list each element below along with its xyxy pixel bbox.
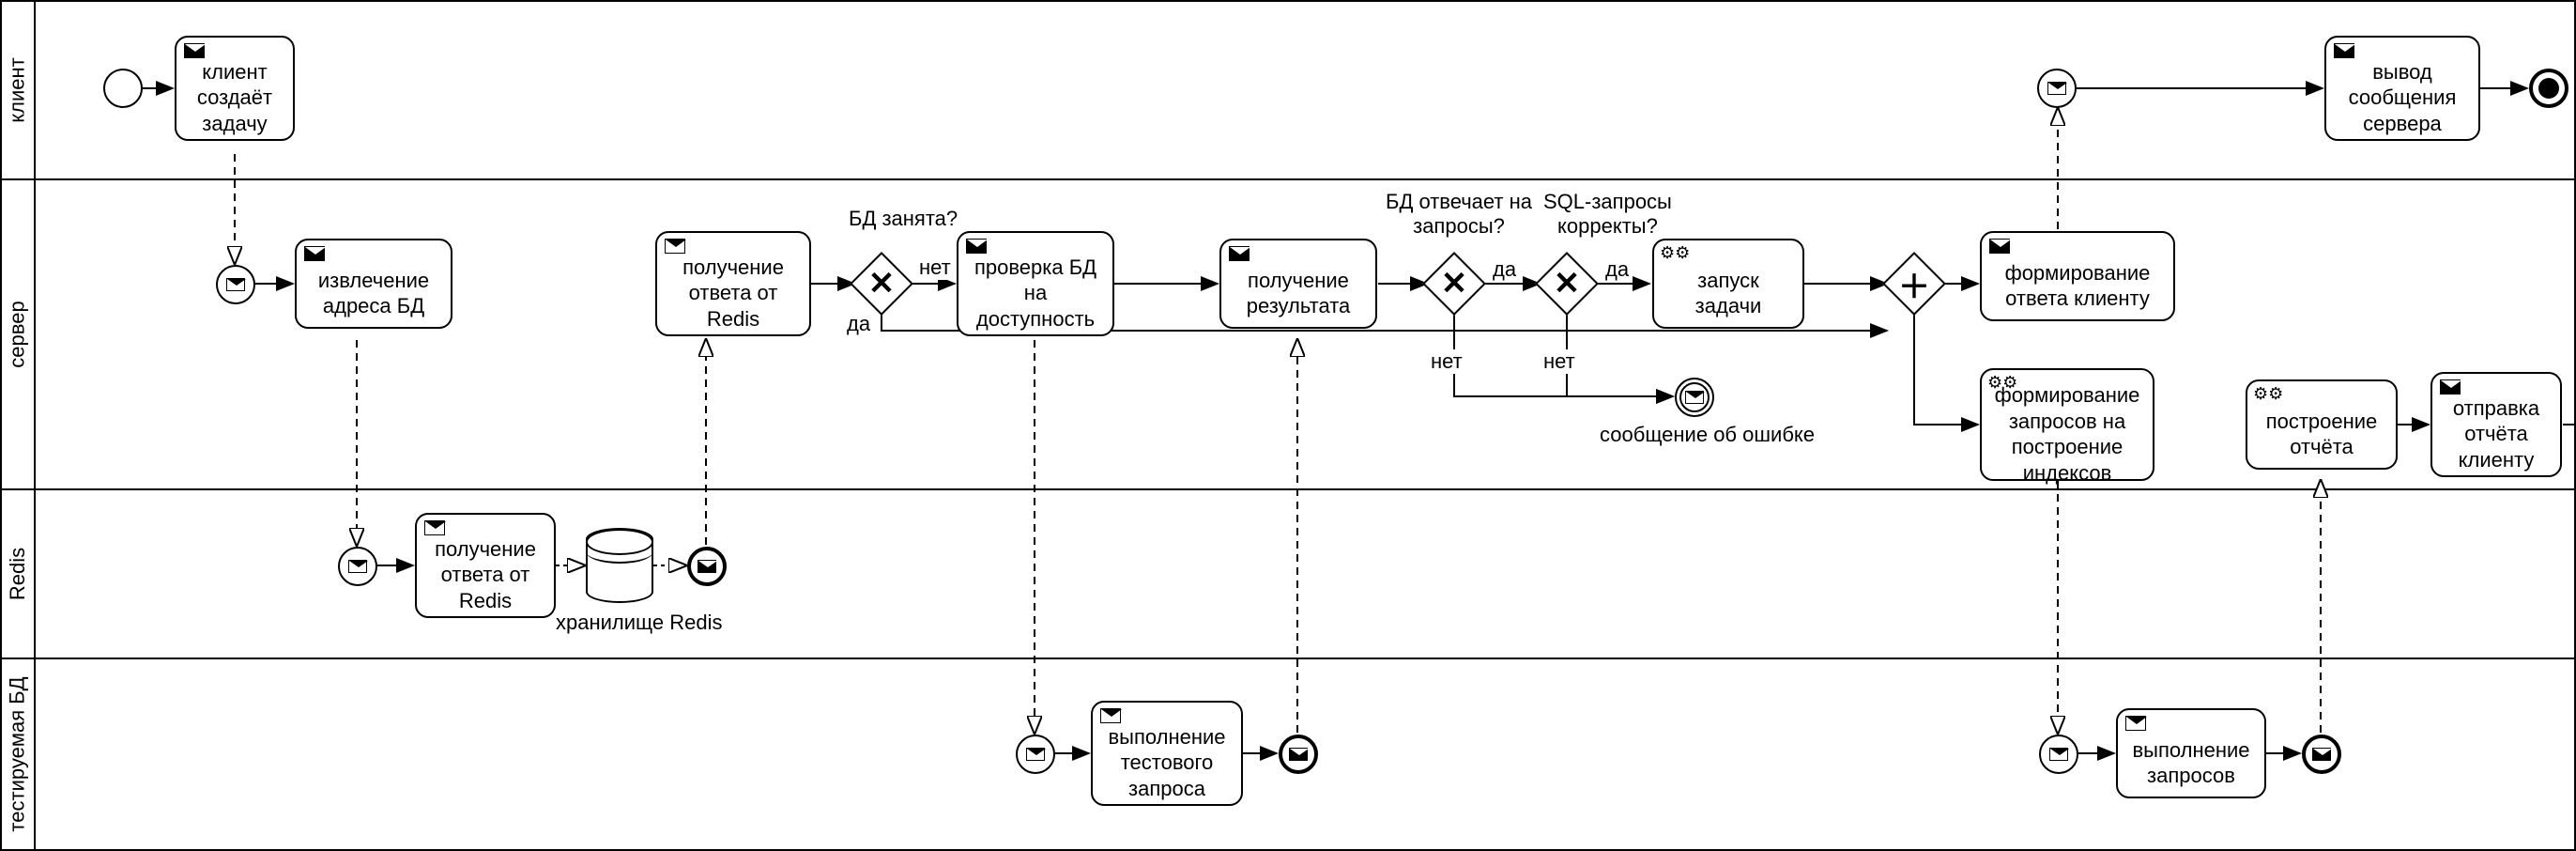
bpmn-canvas: клиент сервер Redis тестируемая БД <box>0 0 2576 851</box>
label-error-msg: сообщение об ошибке <box>1598 423 1817 447</box>
receive-icon <box>665 239 685 254</box>
start-event-client <box>103 69 143 108</box>
task-output-msg: вывод сообщения сервера <box>2324 36 2480 141</box>
gear-icon: ⚙⚙ <box>1660 244 1690 261</box>
receive-icon <box>424 520 445 535</box>
task-send-report: отправка отчёта клиенту <box>2430 372 2562 477</box>
msg-throw-redis <box>687 547 727 586</box>
task-form-idx-queries: ⚙⚙ формирование запросов на построение и… <box>1980 368 2154 481</box>
msg-event-client-recv <box>2037 69 2077 108</box>
gear-icon: ⚙⚙ <box>1987 374 2017 391</box>
task-start-task: ⚙⚙ запуск задачи <box>1652 239 1804 329</box>
msg-throw-db-2 <box>2302 735 2341 774</box>
send-icon <box>2440 379 2461 395</box>
task-get-redis-srv: получение ответа от Redis <box>655 231 811 336</box>
label-no-2: нет <box>1429 349 1464 374</box>
lane-client: клиент <box>2 2 2574 180</box>
msg-catch-db-2 <box>2039 735 2078 774</box>
task-check-db: проверка БД на доступность <box>957 231 1114 336</box>
label-yes-2: да <box>1491 257 1518 282</box>
task-client-create: клиент создаёт задачу <box>175 36 295 141</box>
task-exec-test-query: выполнение тестового запроса <box>1091 701 1243 806</box>
gear-icon: ⚙⚙ <box>2253 385 2283 402</box>
label-yes-1: да <box>845 312 872 336</box>
lane-label-client: клиент <box>2 2 36 178</box>
task-build-report: ⚙⚙ построение отчёта <box>2246 379 2398 470</box>
label-sql-correct: SQL-запросы корректы? <box>1541 190 1674 239</box>
label-yes-3: да <box>1603 257 1631 282</box>
label-db-busy: БД занята? <box>847 207 959 231</box>
error-msg-event <box>1675 378 1714 417</box>
msg-catch-server-1 <box>216 265 255 304</box>
task-exec-queries: выполнение запросов <box>2116 708 2266 798</box>
msg-throw-db-1 <box>1279 735 1318 774</box>
msg-catch-redis <box>338 547 377 586</box>
label-no-3: нет <box>1541 349 1577 374</box>
task-form-reply: формирование ответа клиенту <box>1980 231 2175 321</box>
lane-label-redis: Redis <box>2 490 36 658</box>
datastore-redis <box>586 528 653 603</box>
send-icon <box>966 239 987 254</box>
msg-catch-db-1 <box>1016 735 1055 774</box>
receive-icon <box>2125 716 2146 731</box>
receive-icon <box>1100 708 1121 723</box>
lane-label-server: сервер <box>2 180 36 488</box>
lane-label-db: тестируемая БД <box>2 659 36 849</box>
send-icon <box>304 246 325 261</box>
label-no-1: нет <box>917 255 953 280</box>
label-redis-store: хранилище Redis <box>554 611 724 635</box>
send-icon <box>1989 239 2010 254</box>
end-event-client <box>2529 69 2568 108</box>
send-icon <box>1229 246 1250 261</box>
task-redis-reply: получение ответа от Redis <box>415 513 556 618</box>
send-icon <box>184 43 205 58</box>
label-db-responds: БД отвечает на запросы? <box>1384 190 1534 239</box>
lane-server: сервер <box>2 180 2574 490</box>
task-get-result: получение результата <box>1219 239 1377 329</box>
lane-redis: Redis <box>2 490 2574 659</box>
send-icon <box>2334 43 2354 58</box>
task-extract-addr: извлечение адреса БД <box>295 239 452 329</box>
